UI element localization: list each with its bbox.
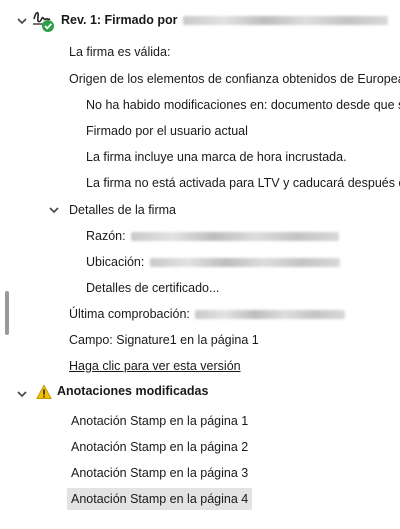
- timestamp-text: La firma incluye una marca de hora incru…: [86, 150, 347, 164]
- signature-valid-text: La firma es válida:: [69, 45, 171, 59]
- signed-by-user-text: Firmado por el usuario actual: [86, 124, 248, 138]
- chevron-down-icon[interactable]: [16, 383, 28, 405]
- chevron-down-icon[interactable]: [16, 10, 28, 32]
- field-text: Campo: Signature1 en la página 1: [69, 333, 259, 347]
- valid-check-icon: [42, 20, 54, 32]
- list-item[interactable]: Anotación Stamp en la página 3: [71, 462, 248, 484]
- ltv-text: La firma no está activada para LTV y cad…: [86, 176, 400, 190]
- view-version-link[interactable]: Haga clic para ver esta versión: [69, 355, 241, 377]
- chevron-down-icon[interactable]: [48, 199, 60, 221]
- revision-label: Rev. 1: Firmado por: [61, 13, 178, 27]
- reason-row: Razón:: [86, 225, 340, 247]
- reason-label: Razón:: [86, 229, 126, 243]
- warning-icon: [36, 384, 52, 400]
- signature-details-node[interactable]: Detalles de la firma: [69, 199, 176, 221]
- redacted-reason: [131, 232, 340, 242]
- last-check-row: Última comprobación:: [69, 303, 346, 325]
- scrollbar-handle[interactable]: [5, 291, 9, 335]
- last-check-label: Última comprobación:: [69, 307, 190, 321]
- certificate-details-link[interactable]: Detalles de certificado...: [86, 277, 219, 299]
- revision-header[interactable]: Rev. 1: Firmado por: [61, 9, 388, 31]
- list-item[interactable]: Anotación Stamp en la página 2: [71, 436, 248, 458]
- trust-origin-text: Origen de los elementos de confianza obt…: [69, 72, 400, 86]
- redacted-signer-name: [182, 16, 388, 26]
- no-changes-text: No ha habido modificaciones en: document…: [86, 98, 400, 112]
- modified-annotations-node[interactable]: Anotaciones modificadas: [57, 380, 208, 402]
- list-item-selected[interactable]: Anotación Stamp en la página 4: [67, 488, 253, 510]
- location-label: Ubicación:: [86, 255, 145, 269]
- signature-icon: [30, 5, 56, 33]
- signature-panel-tree: Rev. 1: Firmado por La firma es válida: …: [0, 0, 400, 529]
- location-row: Ubicación:: [86, 251, 340, 273]
- redacted-location: [149, 258, 340, 268]
- list-item[interactable]: Anotación Stamp en la página 1: [71, 410, 248, 432]
- redacted-last-check: [195, 310, 346, 320]
